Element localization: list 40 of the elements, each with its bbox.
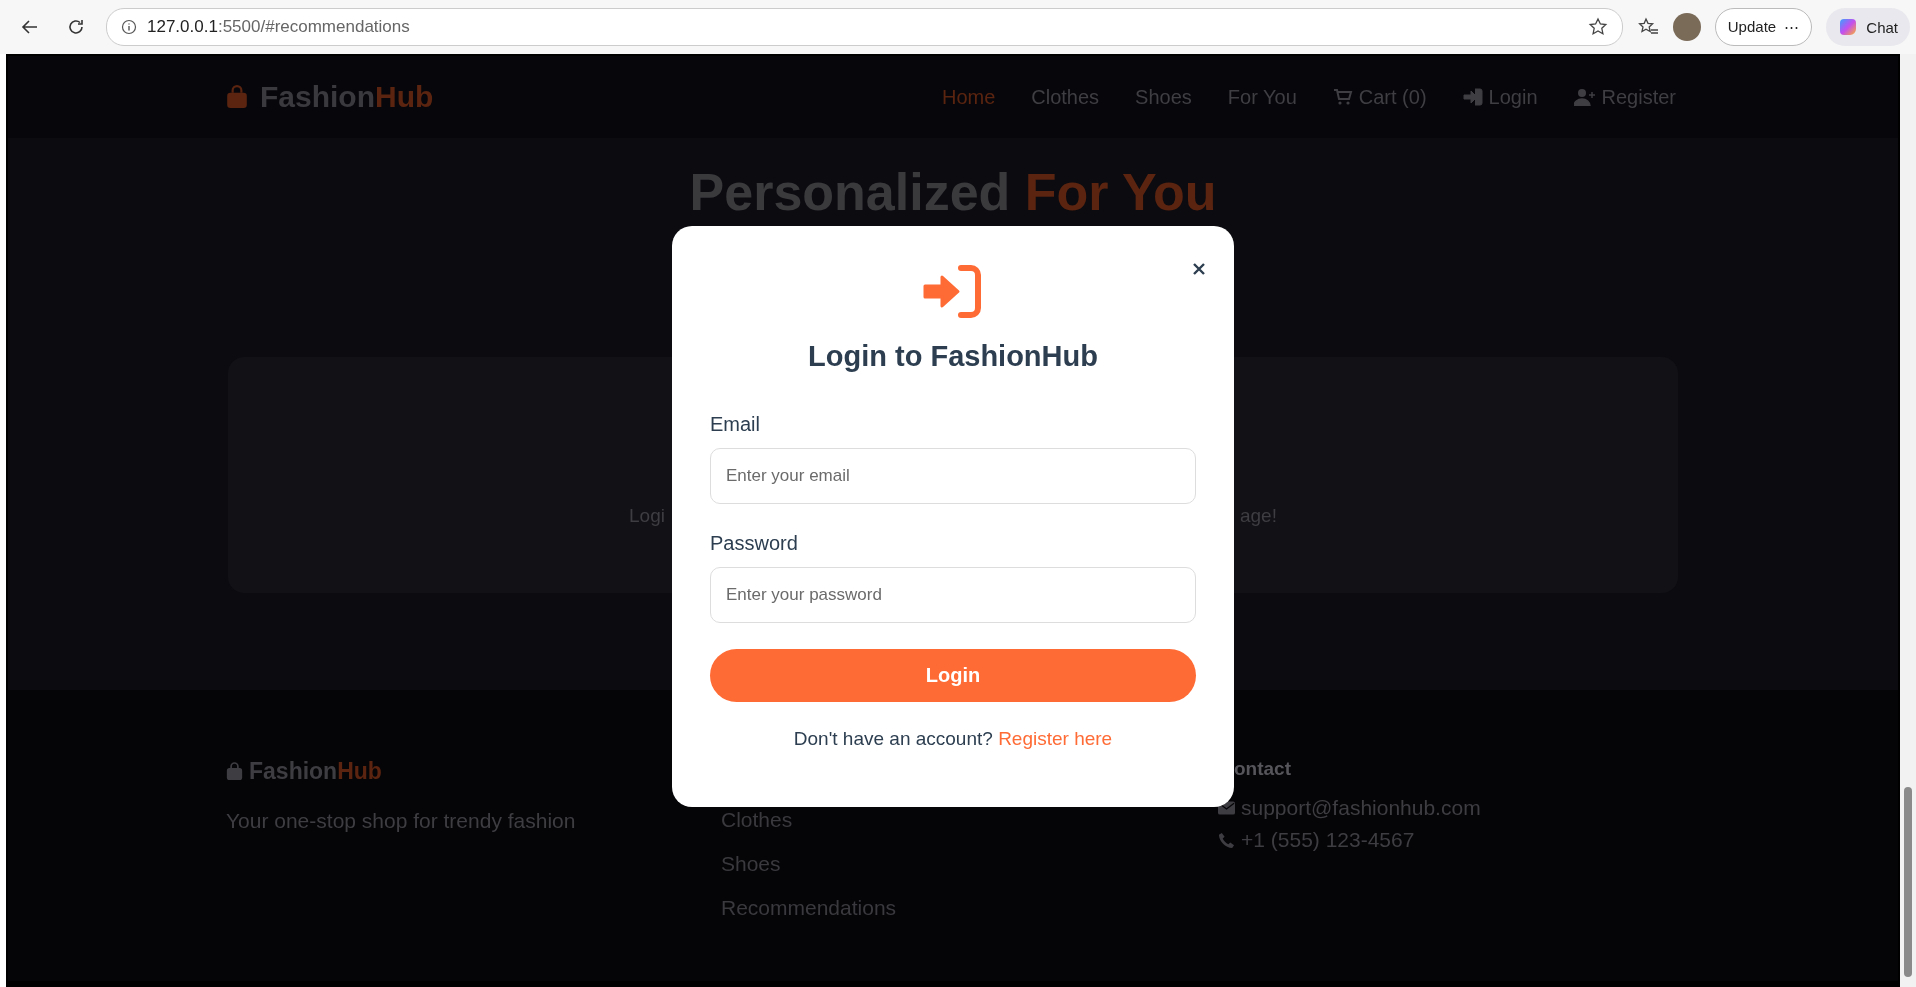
reload-icon[interactable]	[66, 17, 86, 37]
url-text: 127.0.0.1:5500/#recommendations	[147, 17, 411, 37]
info-icon[interactable]	[121, 19, 137, 35]
field-label: Password	[710, 532, 798, 555]
sign-in-icon	[1462, 88, 1483, 106]
update-button[interactable]: Update ⋯	[1714, 8, 1813, 46]
close-icon[interactable]	[1192, 262, 1206, 276]
field-label: Email	[710, 413, 760, 436]
nav-link[interactable]: Clothes	[1031, 85, 1100, 109]
footer-logo-text: FashionHub	[249, 758, 382, 785]
favorites-icon[interactable]	[1636, 17, 1659, 37]
star-icon[interactable]	[1587, 17, 1608, 37]
address-bar[interactable]: 127.0.0.1:5500/#recommendations	[106, 8, 1623, 46]
avatar-icon[interactable]	[1672, 13, 1701, 41]
nav-link[interactable]: Login	[1462, 85, 1538, 109]
nav-link[interactable]: Home	[941, 85, 996, 109]
dialog-title: Login to FashionHub	[808, 340, 1098, 373]
tagline: Your one-stop shop for trendy fashion	[226, 809, 577, 833]
register-link[interactable]: Register here	[998, 728, 1113, 749]
copilot-icon	[1838, 17, 1859, 37]
nav-link[interactable]: Shoes	[1135, 85, 1192, 109]
scrollbar[interactable]	[1900, 54, 1916, 987]
register-prompt: Don't have an account?	[793, 728, 993, 749]
sign-in-icon	[923, 265, 983, 318]
cart-icon	[1332, 88, 1353, 106]
password-field[interactable]: Enter your password	[710, 567, 1196, 623]
user-plus-icon	[1573, 88, 1596, 106]
email-field[interactable]: Enter your email	[710, 448, 1196, 504]
contact-text: support@fashionhub.com	[1241, 796, 1481, 820]
nav-link[interactable]: Register	[1573, 85, 1676, 109]
nav-link[interactable]: Cart (0)	[1332, 85, 1427, 109]
chat-button[interactable]: Chat	[1826, 8, 1910, 46]
bag-icon	[226, 85, 248, 109]
nav-link[interactable]: For You	[1227, 85, 1297, 109]
footer-heading: ontact	[1234, 758, 1292, 780]
phone-icon	[1218, 831, 1235, 849]
contact-text: +1 (555) 123-4567	[1241, 828, 1415, 852]
scrollbar-thumb[interactable]	[1904, 787, 1912, 977]
bag-icon	[226, 762, 243, 781]
login-button[interactable]: Login	[710, 649, 1196, 702]
